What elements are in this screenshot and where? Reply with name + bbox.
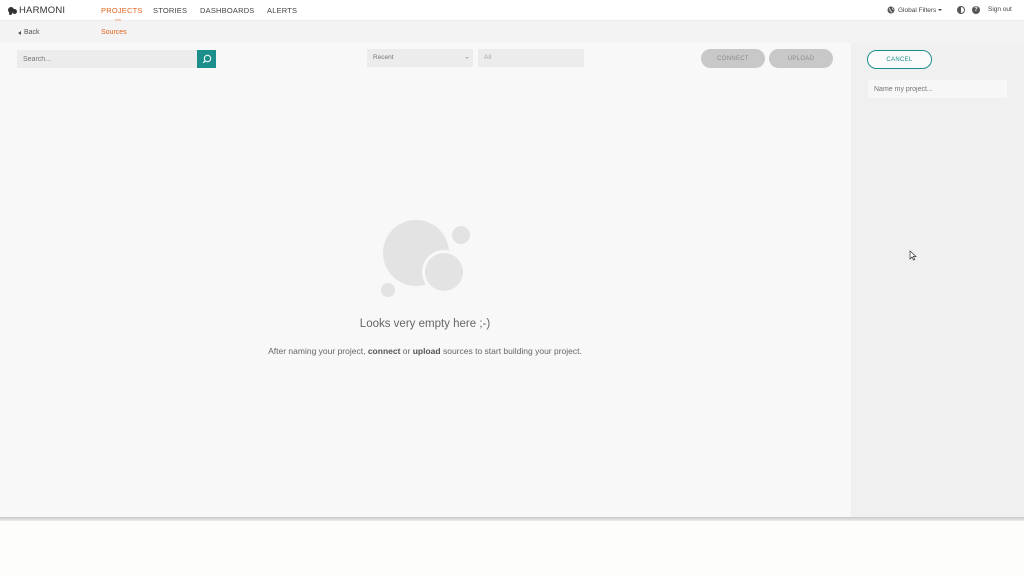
breadcrumb: Back Sources [0, 21, 1024, 43]
sign-out-link[interactable]: Sign out [988, 6, 1012, 13]
back-label: Back [24, 29, 40, 36]
back-arrow-icon [18, 30, 21, 35]
upload-button[interactable]: UPLOAD [769, 49, 833, 68]
search-button[interactable] [197, 50, 216, 68]
nav-stories[interactable]: STORIES [153, 6, 187, 15]
app-name: HARMONI [19, 5, 66, 16]
filter-select[interactable]: All [478, 49, 584, 67]
cancel-button[interactable]: CANCEL [867, 50, 932, 69]
nav-alerts[interactable]: ALERTS [267, 6, 297, 15]
chevron-down-icon [465, 57, 469, 59]
logo-icon [8, 6, 18, 16]
breadcrumb-current: Sources [101, 29, 127, 36]
theme-toggle-icon[interactable] [957, 6, 965, 14]
back-button[interactable]: Back [18, 29, 40, 36]
globe-icon [887, 6, 895, 14]
connect-link[interactable]: connect [368, 346, 401, 356]
empty-desc-or: or [402, 346, 411, 356]
global-filters-button[interactable]: Global Filters [887, 6, 943, 14]
empty-state-title: Looks very empty here ;-) [359, 318, 491, 330]
top-navigation: HARMONI PROJECTS STORIES DASHBOARDS ALER… [0, 0, 1024, 21]
nav-projects[interactable]: PROJECTS [101, 6, 143, 15]
empty-desc-before: After naming your project, [268, 346, 366, 356]
caret-down-icon [938, 9, 943, 11]
mouse-cursor-icon [909, 250, 917, 261]
new-project-panel [851, 43, 1024, 519]
empty-state-illustration [381, 220, 470, 297]
upload-link[interactable]: upload [413, 346, 441, 356]
global-filters-label: Global Filters [898, 6, 937, 14]
search-icon [202, 54, 211, 64]
window-bottom-edge [0, 517, 1024, 521]
help-icon[interactable]: ? [972, 6, 980, 14]
filter-select-value: All [484, 54, 492, 61]
connect-button[interactable]: CONNECT [701, 49, 765, 68]
empty-desc-after: sources to start building your project. [442, 346, 582, 356]
app-logo[interactable]: HARMONI [8, 4, 65, 17]
sort-select[interactable]: Recent [367, 49, 473, 67]
project-name-input[interactable] [868, 80, 1007, 98]
search-input[interactable] [17, 50, 197, 68]
nav-dashboards[interactable]: DASHBOARDS [200, 6, 255, 15]
empty-state-description: After naming your project, connect or up… [200, 346, 650, 356]
sort-select-value: Recent [373, 54, 394, 61]
app-window: HARMONI PROJECTS STORIES DASHBOARDS ALER… [0, 0, 1024, 519]
